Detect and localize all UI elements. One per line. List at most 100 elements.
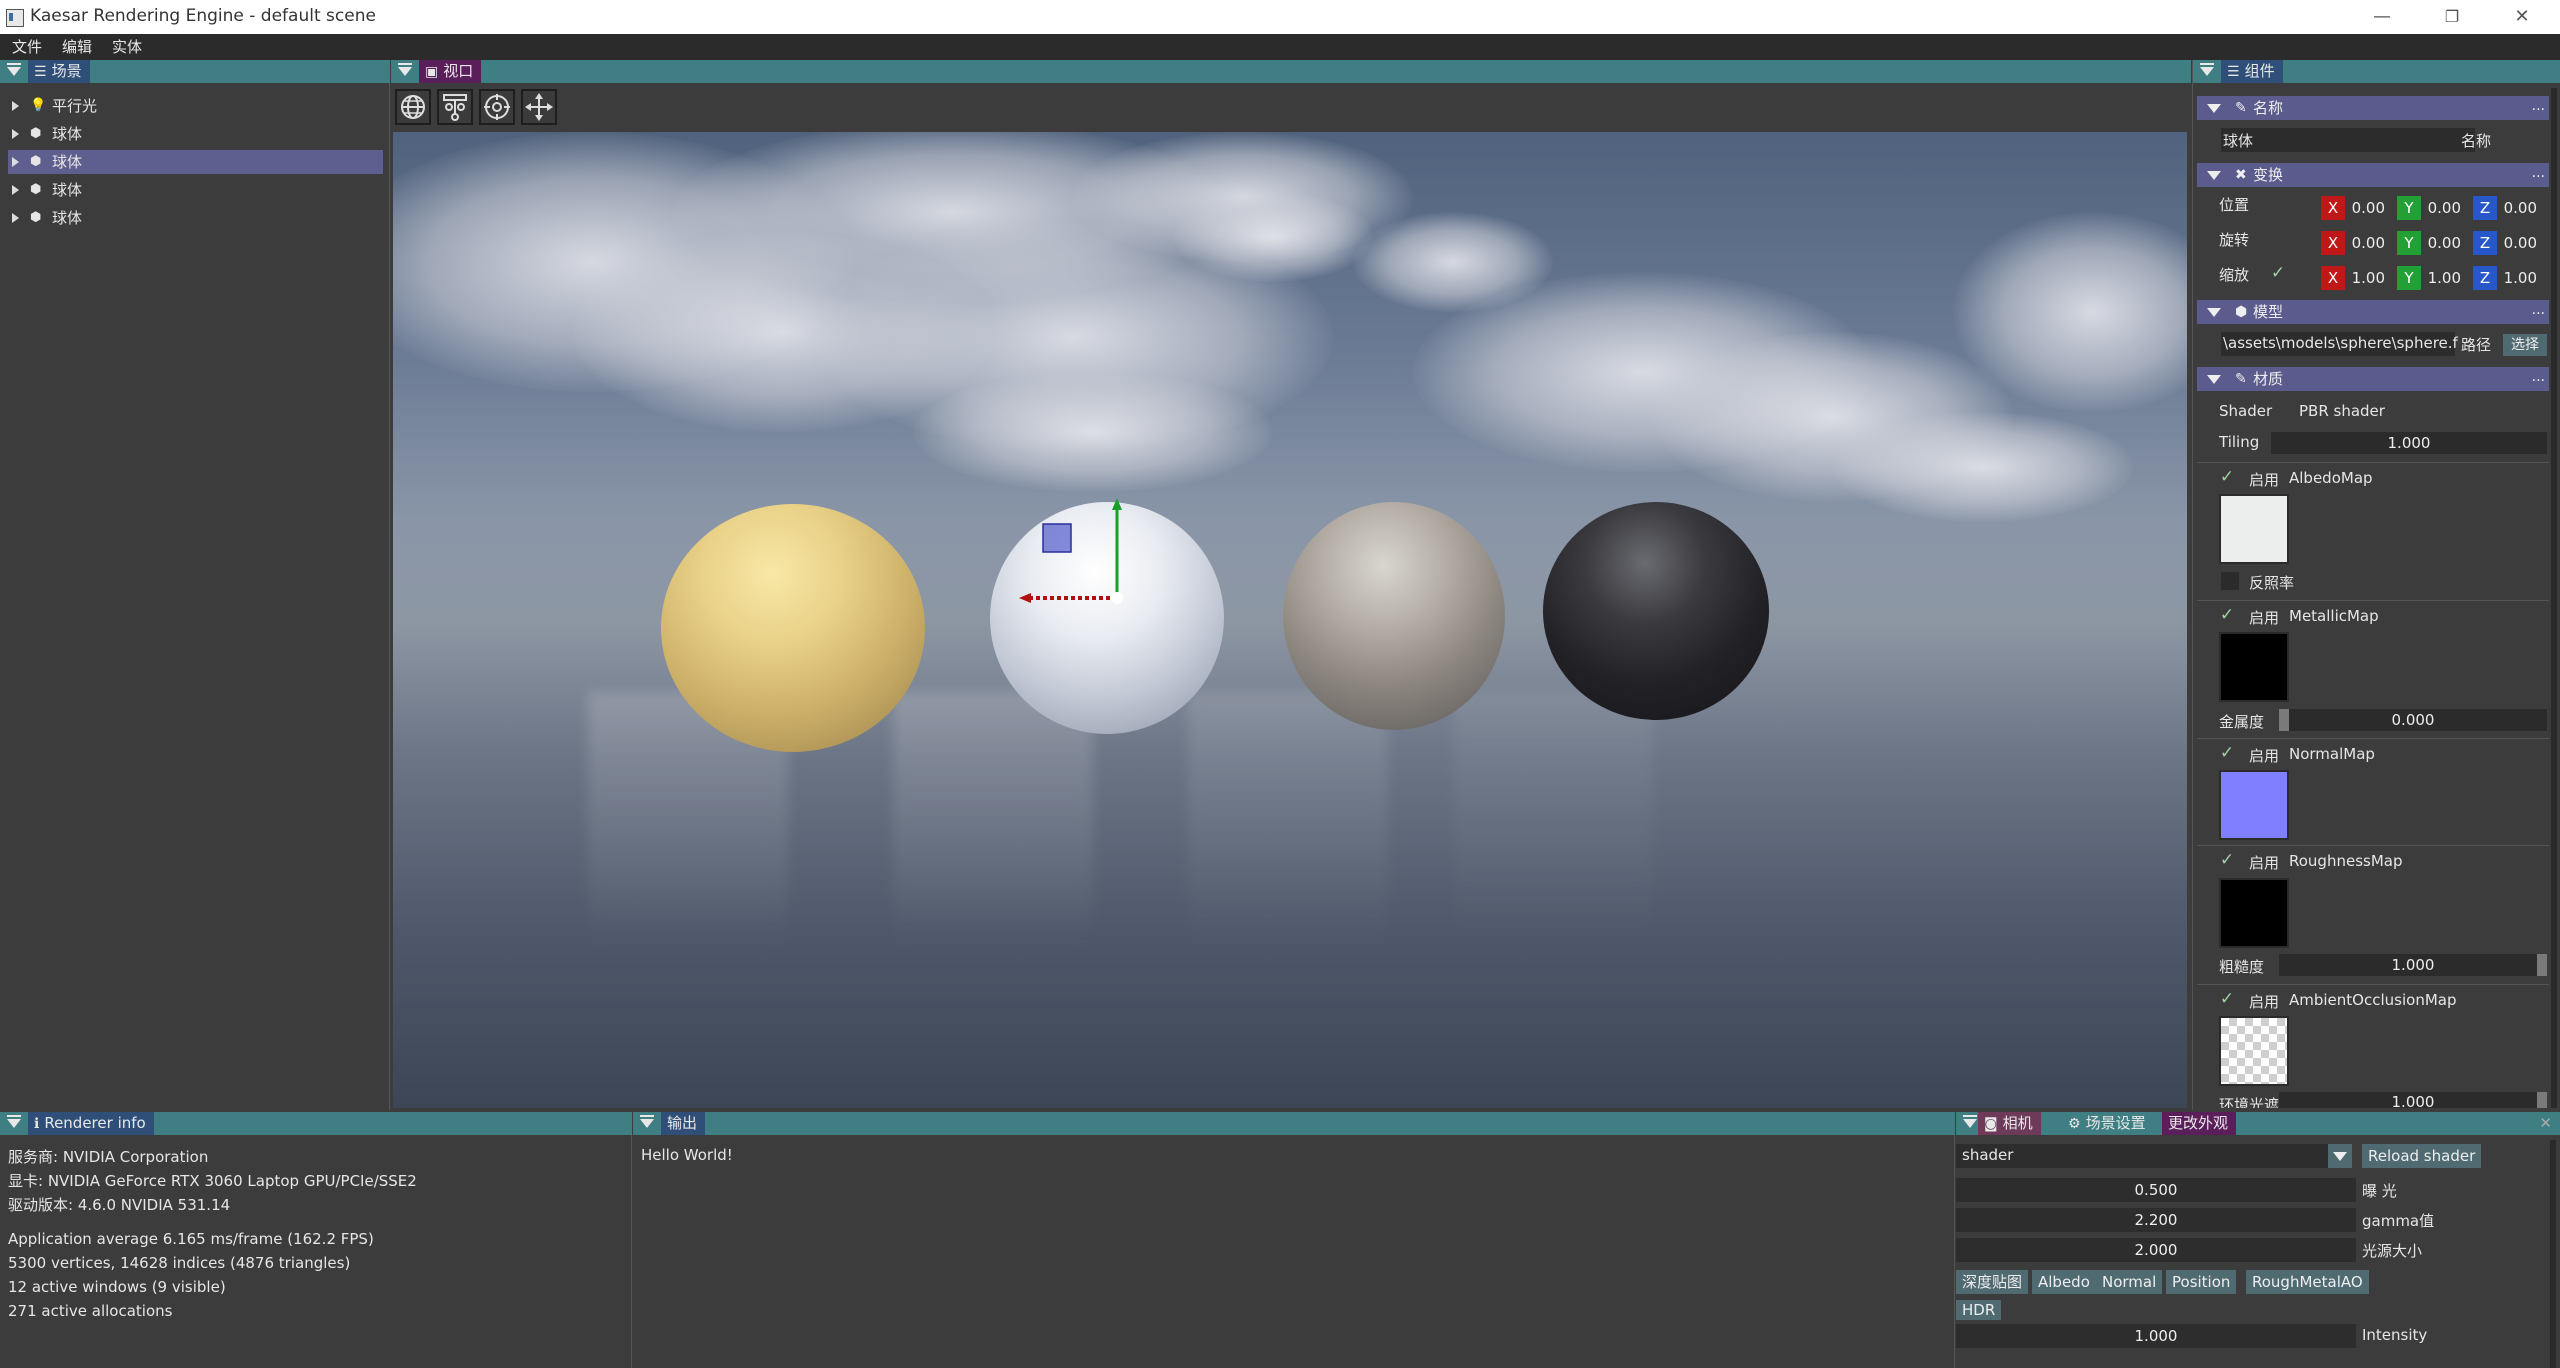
tab-output[interactable]: 输出 [661,1112,706,1135]
shader-value[interactable]: PBR shader [2299,402,2385,420]
collapse-icon[interactable] [2207,308,2221,317]
tree-item-sphere-3[interactable]: ⬢ 球体 [8,178,383,202]
camera-panel-scrollbar[interactable] [2550,1140,2556,1368]
section-name-header[interactable]: ✎ 名称 ... [2197,96,2549,120]
expand-arrow-icon[interactable] [12,129,19,139]
scale-x-field[interactable]: 1.00 [2345,266,2385,290]
tree-item-directional-light[interactable]: 💡 平行光 [8,94,383,118]
slider-grab[interactable] [2537,954,2547,976]
scale-y-field[interactable]: 1.00 [2421,266,2461,290]
exposure-field[interactable]: 0.500 [1956,1178,2356,1202]
scale-z-field[interactable]: 1.00 [2497,266,2537,290]
maximize-button[interactable]: ❐ [2422,2,2482,32]
normal-enable-check-icon[interactable]: ✓ [2217,743,2237,763]
expand-arrow-icon[interactable] [12,157,19,167]
collapse-icon[interactable] [7,63,21,76]
collapse-icon[interactable] [2207,171,2221,180]
tiling-label: Tiling [2219,433,2260,451]
more-button[interactable]: ... [2532,298,2545,322]
gamma-field[interactable]: 2.200 [1956,1208,2356,1232]
roughness-enable-check-icon[interactable]: ✓ [2217,850,2237,870]
hdr-button[interactable]: HDR [1956,1300,2002,1320]
globe-icon[interactable] [395,89,431,125]
tab-scene-settings[interactable]: ⚙ 场景设置 [2062,1112,2154,1135]
menu-entity[interactable]: 实体 [100,34,150,60]
position-x-field[interactable]: 0.00 [2345,196,2385,220]
normal-map-swatch[interactable] [2219,770,2289,840]
expand-arrow-icon[interactable] [12,185,19,195]
expand-arrow-icon[interactable] [12,101,19,111]
select-model-button[interactable]: 选择 [2503,334,2547,356]
components-scrollbar[interactable] [2551,88,2557,1108]
position-z-field[interactable]: 0.00 [2497,196,2537,220]
metallic-enable-check-icon[interactable]: ✓ [2217,605,2237,625]
collapse-icon[interactable] [640,1115,654,1128]
roughness-map-swatch[interactable] [2219,878,2289,948]
hierarchy-icon[interactable] [437,89,473,125]
more-button[interactable]: ... [2532,365,2545,389]
collapse-icon[interactable] [398,63,412,76]
tab-camera[interactable]: ◙ 相机 [1978,1112,2041,1135]
tab-change-appearance[interactable]: 更改外观 [2162,1112,2237,1135]
target-icon[interactable] [479,89,515,125]
position-button[interactable]: Position [2166,1270,2237,1294]
minimize-button[interactable]: — [2352,2,2412,32]
rotation-z-field[interactable]: 0.00 [2497,231,2537,255]
tab-viewport[interactable]: ▣ 视口 [419,60,482,83]
tab-renderer-info[interactable]: ℹ Renderer info [28,1112,154,1135]
transform-gizmo[interactable] [393,132,2187,1108]
metallic-map-swatch[interactable] [2219,632,2289,702]
menu-edit[interactable]: 编辑 [50,34,100,60]
shader-select[interactable]: shader [1956,1144,2328,1168]
slider-grab[interactable] [2279,709,2289,731]
close-button[interactable]: ✕ [2492,2,2552,32]
cube-icon: ⬢ [30,154,42,169]
collapse-icon[interactable] [1963,1115,1977,1128]
menu-file[interactable]: 文件 [0,34,50,60]
section-material-header[interactable]: ✎ 材质 ... [2197,367,2549,391]
ao-enable-check-icon[interactable]: ✓ [2217,989,2237,1009]
move-icon[interactable] [521,89,557,125]
collapse-icon[interactable] [2200,63,2214,76]
dropdown-arrow-icon[interactable] [2328,1144,2352,1168]
rotation-x-axis: X [2321,231,2345,255]
close-panel-icon[interactable]: ✕ [2539,1112,2552,1135]
albedo-button[interactable]: Albedo [2032,1270,2096,1294]
tiling-slider[interactable]: 1.000 [2271,432,2547,454]
light-size-field[interactable]: 2.000 [1956,1238,2356,1262]
section-model-header[interactable]: ⬢ 模型 ... [2197,300,2549,324]
tree-item-sphere-2-selected[interactable]: ⬢ 球体 [8,150,383,174]
slider-grab[interactable] [2537,1092,2547,1108]
albedo-enable-check-icon[interactable]: ✓ [2217,467,2237,487]
position-y-field[interactable]: 0.00 [2421,196,2461,220]
metallic-slider[interactable]: 0.000 [2279,709,2547,731]
roughness-slider[interactable]: 1.000 [2279,954,2547,976]
scene-render-view[interactable] [393,132,2187,1108]
albedo-color-checkbox[interactable] [2221,572,2239,590]
ao-map-swatch[interactable] [2219,1016,2289,1086]
scale-lock-check-icon[interactable]: ✓ [2268,263,2288,283]
ao-slider[interactable]: 1.000 [2279,1092,2547,1108]
normal-button[interactable]: Normal [2096,1270,2163,1294]
intensity-field[interactable]: 1.000 [1956,1324,2356,1348]
more-button[interactable]: ... [2532,94,2545,118]
reload-shader-button[interactable]: Reload shader [2362,1144,2482,1168]
section-transform-header[interactable]: ✖ 变换 ... [2197,163,2549,187]
albedo-map-swatch[interactable] [2219,494,2289,564]
collapse-icon[interactable] [2207,104,2221,113]
more-button[interactable]: ... [2532,161,2545,185]
tab-components[interactable]: ☰ 组件 [2221,60,2283,83]
roughmetalao-button[interactable]: RoughMetalAO [2246,1270,2369,1294]
rotation-y-field[interactable]: 0.00 [2421,231,2461,255]
tree-item-sphere-1[interactable]: ⬢ 球体 [8,122,383,146]
cube-icon: ⬢ [30,126,42,141]
transform-icon: ✖ [2235,167,2247,183]
rotation-x-field[interactable]: 0.00 [2345,231,2385,255]
depth-map-button[interactable]: 深度贴图 [1956,1270,2029,1294]
tree-item-sphere-4[interactable]: ⬢ 球体 [8,206,383,230]
name-input[interactable] [2221,128,2475,152]
collapse-icon[interactable] [7,1115,21,1128]
tab-scene[interactable]: ☰ 场景 [28,60,90,83]
expand-arrow-icon[interactable] [12,213,19,223]
collapse-icon[interactable] [2207,375,2221,384]
